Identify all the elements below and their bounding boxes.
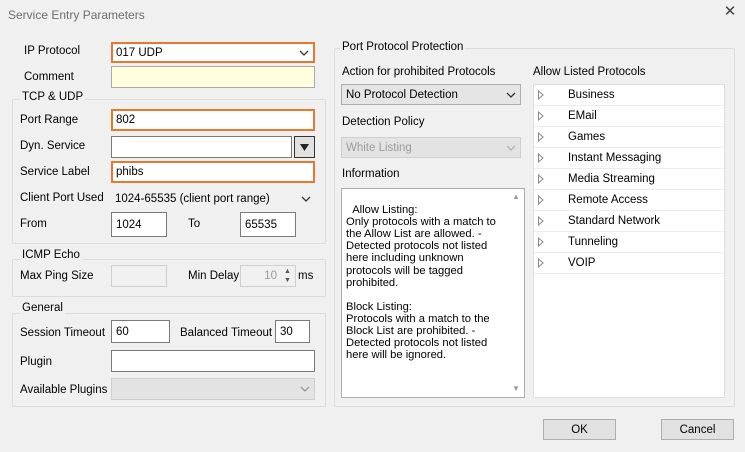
icmp-echo-group-title: ICMP Echo: [20, 249, 82, 261]
allow-listed-tree[interactable]: Business EMail Games Instant Messaging M…: [533, 84, 725, 398]
information-scrollbar[interactable]: ▲ ▼: [508, 189, 524, 397]
spin-updown-icon[interactable]: ▲ ▼: [281, 267, 294, 285]
action-label: Action for prohibited Protocols: [342, 66, 496, 78]
expand-arrow-icon[interactable]: [537, 90, 545, 100]
min-delay-unit: ms: [298, 270, 314, 282]
min-delay-spinner[interactable]: 10 ▲ ▼: [240, 265, 296, 287]
chevron-down-icon: [300, 386, 310, 392]
to-input[interactable]: 65535: [240, 212, 296, 237]
tree-item-standard-network[interactable]: Standard Network: [534, 211, 724, 232]
session-timeout-label: Session Timeout: [20, 327, 106, 339]
ip-protocol-value: 017 UDP: [116, 46, 163, 59]
tree-item-label: EMail: [568, 110, 597, 122]
action-select[interactable]: No Protocol Detection: [341, 84, 521, 105]
tree-item-tunneling[interactable]: Tunneling: [534, 232, 724, 253]
tree-item-label: Games: [568, 131, 606, 143]
expand-arrow-icon[interactable]: [537, 153, 545, 163]
tree-item-label: Business: [568, 89, 615, 101]
general-group-title: General: [20, 302, 65, 314]
expand-arrow-icon[interactable]: [537, 111, 545, 121]
detection-policy-select[interactable]: White Listing: [341, 137, 521, 158]
tree-item-label: Standard Network: [568, 215, 661, 227]
triangle-down-icon: [300, 143, 309, 151]
tree-item-remote-access[interactable]: Remote Access: [534, 190, 724, 211]
expand-arrow-icon[interactable]: [537, 216, 545, 226]
information-textbox[interactable]: Allow Listing: Only protocols with a mat…: [341, 188, 525, 398]
ip-protocol-label: IP Protocol: [24, 45, 81, 57]
tree-item-media-streaming[interactable]: Media Streaming: [534, 169, 724, 190]
action-value: No Protocol Detection: [346, 88, 458, 101]
tree-item-label: Remote Access: [568, 194, 648, 206]
close-icon[interactable]: ✕: [722, 4, 738, 20]
port-protocol-protection-title: Port Protocol Protection: [340, 41, 466, 53]
expand-arrow-icon[interactable]: [537, 195, 545, 205]
ok-button[interactable]: OK: [543, 419, 616, 440]
dyn-service-input[interactable]: [111, 136, 292, 158]
ip-protocol-select[interactable]: 017 UDP: [111, 42, 315, 63]
detection-policy-label: Detection Policy: [342, 116, 425, 128]
chevron-down-icon: [506, 92, 516, 98]
cancel-button[interactable]: Cancel: [661, 419, 734, 440]
port-range-label: Port Range: [20, 114, 79, 126]
chevron-down-icon: [506, 145, 516, 151]
plugin-input[interactable]: [111, 350, 315, 372]
balanced-timeout-label: Balanced Timeout: [180, 327, 273, 339]
to-label: To: [188, 218, 201, 230]
chevron-down-icon: [299, 50, 309, 56]
max-ping-size-label: Max Ping Size: [20, 270, 94, 282]
scroll-up-icon[interactable]: ▲: [508, 189, 524, 205]
balanced-timeout-input[interactable]: 30: [275, 320, 310, 343]
tree-item-label: Instant Messaging: [568, 152, 662, 164]
session-timeout-input[interactable]: 60: [111, 320, 170, 343]
max-ping-size-input[interactable]: [111, 265, 167, 287]
information-text: Allow Listing: Only protocols with a mat…: [346, 204, 496, 362]
client-port-used-label: Client Port Used: [20, 192, 104, 204]
port-range-input[interactable]: 802: [111, 109, 315, 131]
service-label-input[interactable]: phibs: [111, 161, 315, 183]
tree-item-label: Media Streaming: [568, 173, 655, 185]
tree-item-email[interactable]: EMail: [534, 106, 724, 127]
client-port-used-value: 1024-65535 (client port range): [115, 192, 270, 205]
expand-arrow-icon[interactable]: [537, 237, 545, 247]
expand-arrow-icon[interactable]: [537, 174, 545, 184]
from-label: From: [20, 218, 47, 230]
plugin-label: Plugin: [20, 356, 52, 368]
comment-input[interactable]: [111, 66, 315, 88]
detection-policy-value: White Listing: [346, 141, 412, 154]
available-plugins-label: Available Plugins: [20, 384, 108, 396]
tree-item-games[interactable]: Games: [534, 127, 724, 148]
comment-label: Comment: [24, 71, 74, 83]
chevron-down-icon: [301, 196, 311, 202]
tree-item-business[interactable]: Business: [534, 85, 724, 106]
tree-item-voip[interactable]: VOIP: [534, 253, 724, 274]
tree-item-label: VOIP: [568, 257, 596, 269]
information-label: Information: [342, 168, 400, 180]
scroll-down-icon[interactable]: ▼: [508, 381, 524, 397]
expand-arrow-icon[interactable]: [537, 258, 545, 268]
expand-arrow-icon[interactable]: [537, 132, 545, 142]
service-label-label: Service Label: [20, 166, 90, 178]
available-plugins-select[interactable]: [111, 378, 315, 400]
client-port-used-select[interactable]: 1024-65535 (client port range): [111, 188, 315, 209]
tree-item-instant-messaging[interactable]: Instant Messaging: [534, 148, 724, 169]
tcp-udp-group-title: TCP & UDP: [20, 91, 86, 103]
tree-item-label: Tunneling: [568, 236, 619, 248]
dyn-service-dropdown-button[interactable]: [294, 136, 315, 158]
from-input[interactable]: 1024: [111, 212, 167, 237]
window-title: Service Entry Parameters: [8, 8, 145, 22]
min-delay-value: 10: [264, 270, 277, 282]
allow-listed-label: Allow Listed Protocols: [533, 66, 646, 78]
min-delay-label: Min Delay: [188, 270, 240, 282]
dyn-service-label: Dyn. Service: [20, 140, 86, 152]
